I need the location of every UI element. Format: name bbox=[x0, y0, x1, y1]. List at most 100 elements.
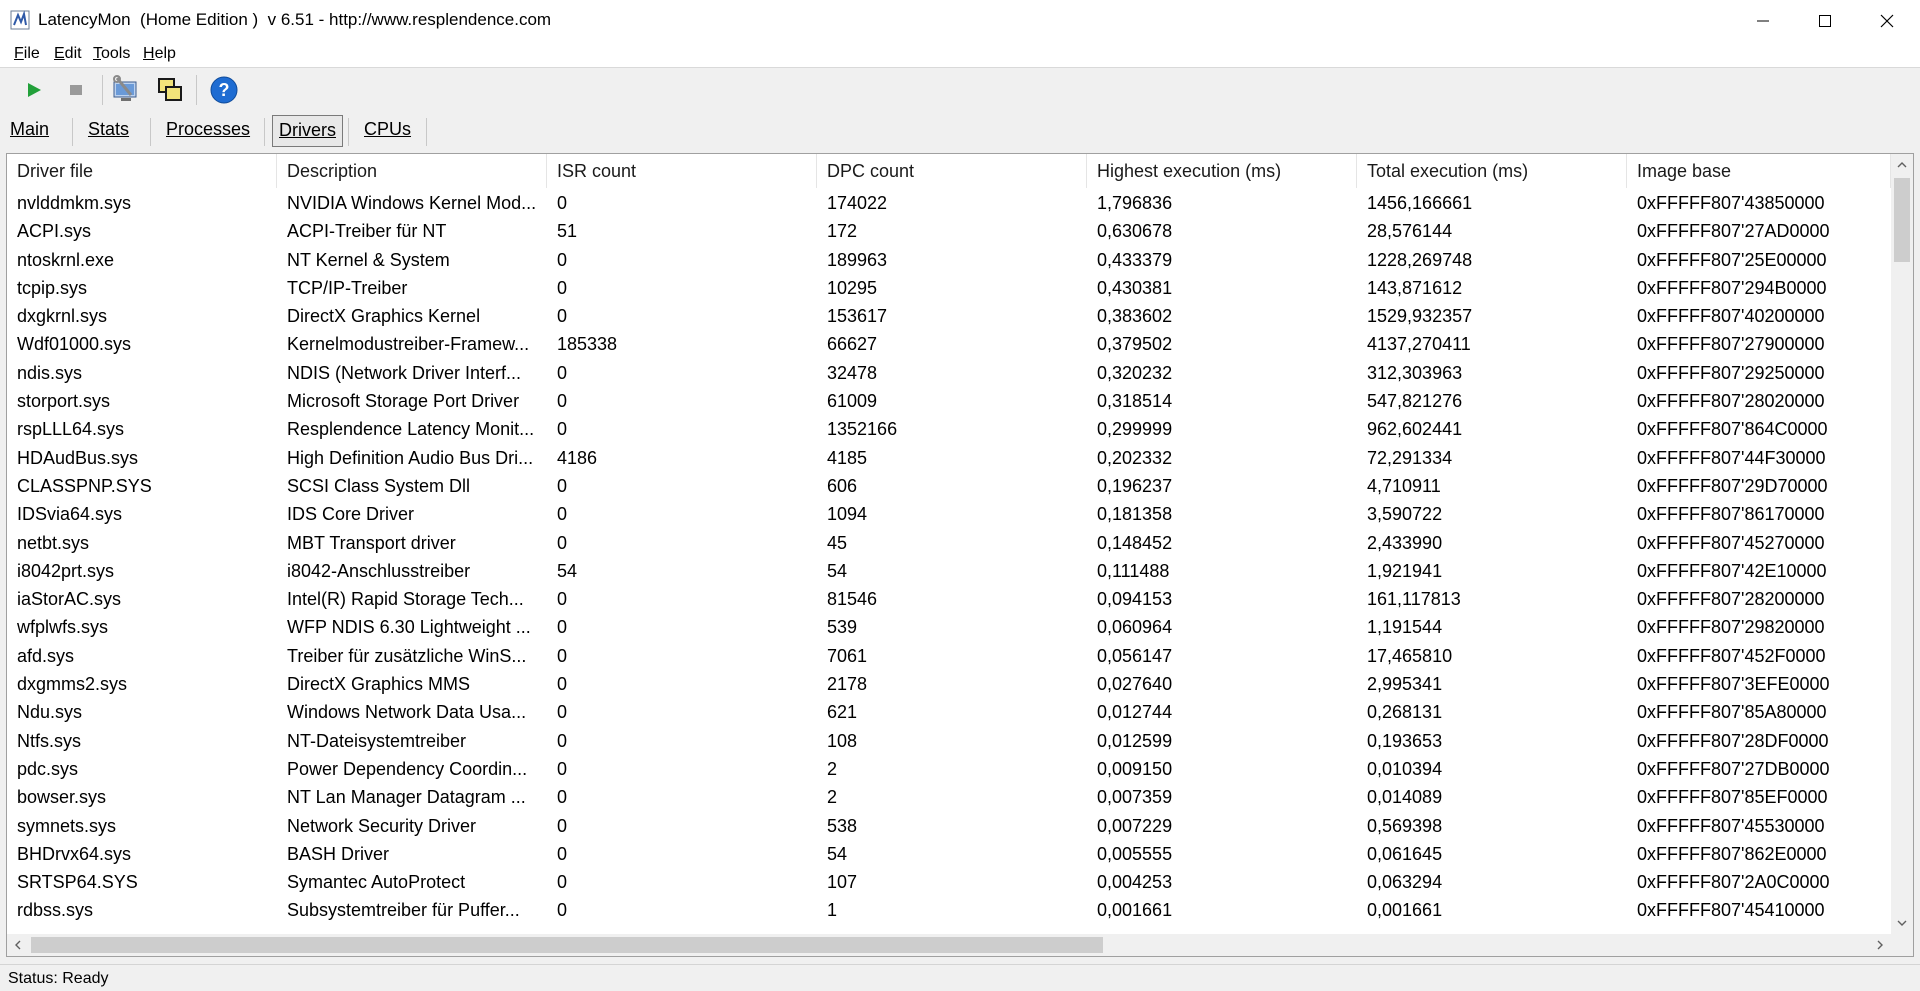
column-header-isr-count[interactable]: ISR count bbox=[547, 154, 817, 188]
table-row[interactable]: wfplwfs.sys WFP NDIS 6.30 Lightweight ...… bbox=[7, 613, 1891, 641]
table-row[interactable]: SRTSP64.SYS Symantec AutoProtect 0 107 0,004… bbox=[7, 868, 1891, 896]
cell-dpc-count: 606 bbox=[827, 475, 858, 496]
tools-button[interactable] bbox=[110, 74, 142, 106]
scroll-left-button[interactable] bbox=[7, 934, 29, 956]
cell-dpc-count: 153617 bbox=[827, 306, 888, 327]
table-row[interactable]: HDAudBus.sys High Definition Audio Bus Dr… bbox=[7, 444, 1891, 472]
cell-driver-file: wfplwfs.sys bbox=[17, 617, 109, 638]
table-row[interactable]: BHDrvx64.sys BASH Driver 0 54 0,005555 0,0616… bbox=[7, 840, 1891, 868]
column-header-total-execution[interactable]: Total execution (ms) bbox=[1357, 154, 1627, 188]
cell-description: Microsoft Storage Port Driver bbox=[287, 391, 520, 412]
table-row[interactable]: ndis.sys NDIS (Network Driver Interf... 0 3… bbox=[7, 359, 1891, 387]
table-row[interactable]: Ndu.sys Windows Network Data Usa... 0 621 0,… bbox=[7, 698, 1891, 726]
table-row[interactable]: dxgkrnl.sys DirectX Graphics Kernel 0 15361… bbox=[7, 302, 1891, 330]
table-row[interactable]: CLASSPNP.SYS SCSI Class System Dll 0 606 0,1… bbox=[7, 472, 1891, 500]
table-row[interactable]: dxgmms2.sys DirectX Graphics MMS 0 2178 0,02… bbox=[7, 670, 1891, 698]
status-bar: Status: Ready bbox=[0, 964, 1920, 991]
table-row[interactable]: Wdf01000.sys Kernelmodustreiber-Framew...… bbox=[7, 330, 1891, 358]
cell-image-base: 0xFFFFF807'85EF0000 bbox=[1637, 787, 1828, 808]
table-row[interactable]: storport.sys Microsoft Storage Port Drive… bbox=[7, 387, 1891, 415]
close-button[interactable] bbox=[1856, 0, 1918, 42]
help-button[interactable]: ? bbox=[208, 74, 240, 106]
column-header-image-base[interactable]: Image base bbox=[1627, 154, 1891, 188]
horizontal-scroll-thumb[interactable] bbox=[31, 937, 1103, 953]
table-row[interactable]: iaStorAC.sys Intel(R) Rapid Storage Tech.… bbox=[7, 585, 1891, 613]
horizontal-scrollbar[interactable] bbox=[7, 934, 1891, 956]
column-header-description[interactable]: Description bbox=[277, 154, 547, 188]
menu-tools[interactable]: Tools bbox=[93, 45, 130, 63]
start-button[interactable] bbox=[18, 74, 50, 106]
table-row[interactable]: afd.sys Treiber für zusätzliche WinS... 0 7… bbox=[7, 642, 1891, 670]
cell-isr-count: 0 bbox=[557, 815, 568, 836]
table-row[interactable]: symnets.sys Network Security Driver 0 538 0,… bbox=[7, 812, 1891, 840]
cell-description: NDIS (Network Driver Interf... bbox=[287, 362, 522, 383]
drivers-list-view[interactable]: Driver file Description ISR count DPC co… bbox=[6, 153, 1914, 957]
cell-highest-execution: 0,056147 bbox=[1097, 645, 1173, 666]
cell-description: Power Dependency Coordin... bbox=[287, 758, 528, 779]
minimize-button[interactable] bbox=[1732, 0, 1794, 42]
cell-description: i8042-Anschlusstreiber bbox=[287, 560, 471, 581]
cell-driver-file: storport.sys bbox=[17, 391, 111, 412]
table-row[interactable]: netbt.sys MBT Transport driver 0 45 0,148452… bbox=[7, 529, 1891, 557]
stop-button[interactable] bbox=[60, 74, 92, 106]
vertical-scroll-thumb[interactable] bbox=[1894, 178, 1910, 262]
copy-window-button[interactable] bbox=[154, 74, 186, 106]
chevron-down-icon bbox=[1897, 920, 1907, 926]
menu-file[interactable]: File bbox=[14, 45, 40, 63]
cell-driver-file: BHDrvx64.sys bbox=[17, 843, 132, 864]
cell-dpc-count: 2 bbox=[827, 787, 838, 808]
cell-image-base: 0xFFFFF807'45410000 bbox=[1637, 900, 1825, 921]
cell-total-execution: 3,590722 bbox=[1367, 504, 1443, 525]
table-row[interactable]: IDSvia64.sys IDS Core Driver 0 1094 0,181358… bbox=[7, 500, 1891, 528]
cell-dpc-count: 189963 bbox=[827, 249, 888, 270]
cell-total-execution: 0,001661 bbox=[1367, 900, 1443, 921]
table-row[interactable]: rspLLL64.sys Resplendence Latency Monit..… bbox=[7, 415, 1891, 443]
maximize-button[interactable] bbox=[1794, 0, 1856, 42]
table-row[interactable]: pdc.sys Power Dependency Coordin... 0 2 0,00… bbox=[7, 755, 1891, 783]
list-viewport: Driver file Description ISR count DPC co… bbox=[7, 154, 1891, 934]
cell-description: SCSI Class System Dll bbox=[287, 475, 471, 496]
cell-image-base: 0xFFFFF807'452F0000 bbox=[1637, 645, 1826, 666]
cell-highest-execution: 0,001661 bbox=[1097, 900, 1173, 921]
column-header-highest-execution[interactable]: Highest execution (ms) bbox=[1087, 154, 1357, 188]
cell-driver-file: dxgmms2.sys bbox=[17, 674, 128, 695]
cell-isr-count: 0 bbox=[557, 674, 568, 695]
menu-help[interactable]: Help bbox=[143, 45, 176, 63]
tab-separator bbox=[150, 118, 151, 146]
table-row[interactable]: i8042prt.sys i8042-Anschlusstreiber 54 54 0,… bbox=[7, 557, 1891, 585]
cell-isr-count: 54 bbox=[557, 560, 578, 581]
tab-cpus[interactable]: CPUs bbox=[358, 115, 417, 147]
cell-highest-execution: 0,012744 bbox=[1097, 702, 1173, 723]
scroll-right-button[interactable] bbox=[1869, 934, 1891, 956]
tab-main[interactable]: Main bbox=[4, 115, 55, 147]
cell-isr-count: 0 bbox=[557, 193, 568, 213]
vertical-scrollbar[interactable] bbox=[1891, 154, 1913, 934]
cell-isr-count: 0 bbox=[557, 900, 568, 921]
cell-total-execution: 1529,932357 bbox=[1367, 306, 1473, 327]
cell-description: Windows Network Data Usa... bbox=[287, 702, 527, 723]
table-row[interactable]: nvlddmkm.sys NVIDIA Windows Kernel Mod...… bbox=[7, 189, 1891, 217]
column-header-dpc-count[interactable]: DPC count bbox=[817, 154, 1087, 188]
table-row[interactable]: ACPI.sys ACPI-Treiber für NT 51 172 0,630678… bbox=[7, 217, 1891, 245]
cell-description: Resplendence Latency Monit... bbox=[287, 419, 535, 440]
scroll-up-button[interactable] bbox=[1891, 154, 1913, 176]
cell-description: Treiber für zusätzliche WinS... bbox=[287, 645, 527, 666]
tab-drivers[interactable]: Drivers bbox=[272, 115, 343, 147]
chevron-right-icon bbox=[1877, 940, 1883, 950]
cell-highest-execution: 0,630678 bbox=[1097, 221, 1173, 242]
tab-processes[interactable]: Processes bbox=[160, 115, 256, 147]
window-title: LatencyMon (Home Edition ) v 6.51 - http… bbox=[38, 10, 552, 29]
cell-isr-count: 0 bbox=[557, 730, 568, 751]
table-row[interactable]: bowser.sys NT Lan Manager Datagram ... 0 2 0… bbox=[7, 783, 1891, 811]
table-row[interactable]: Ntfs.sys NT-Dateisystemtreiber 0 108 0,01259… bbox=[7, 727, 1891, 755]
table-row[interactable]: tcpip.sys TCP/IP-Treiber 0 10295 0,430381 143… bbox=[7, 274, 1891, 302]
menu-edit[interactable]: Edit bbox=[54, 45, 82, 63]
minimize-icon bbox=[1757, 20, 1769, 22]
column-header-driver-file[interactable]: Driver file bbox=[7, 154, 277, 188]
table-row[interactable]: rdbss.sys Subsystemtreiber für Puffer... 0… bbox=[7, 896, 1891, 924]
tab-stats[interactable]: Stats bbox=[82, 115, 135, 147]
table-row[interactable]: ntoskrnl.exe NT Kernel & System 0 189963 0,4… bbox=[7, 246, 1891, 274]
scroll-down-button[interactable] bbox=[1891, 912, 1913, 934]
cell-total-execution: 312,303963 bbox=[1367, 362, 1463, 383]
cell-highest-execution: 0,299999 bbox=[1097, 419, 1173, 440]
